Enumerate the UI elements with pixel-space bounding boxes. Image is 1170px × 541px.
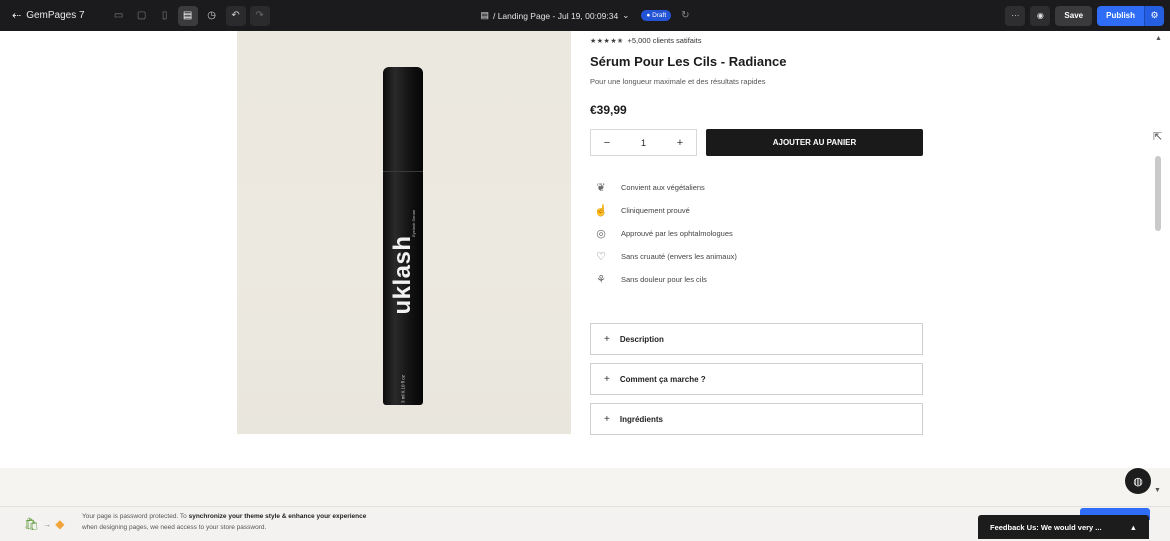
notice-line-1: Your page is password protected. To sync…: [82, 511, 366, 522]
serum-tube: uklash Eyelash Serum 3 ml 0.10 fl oz: [383, 67, 423, 405]
mouse-cursor-icon: ⇱: [1153, 131, 1163, 143]
back-arrow-icon: ⇠: [12, 10, 22, 22]
feature-item: ◎ Approuvé par les ophtalmologues: [590, 222, 737, 245]
scrollbar-thumb[interactable]: [1155, 156, 1161, 231]
feature-label: Sans douleur pour les cils: [621, 275, 707, 284]
feature-label: Approuvé par les ophtalmologues: [621, 229, 733, 238]
star-rating-icon: ★★★★✬: [590, 37, 624, 45]
scroll-down-icon[interactable]: ▼: [1154, 487, 1161, 494]
plus-icon: +: [604, 333, 610, 345]
notice-text: Your page is password protected. To sync…: [82, 511, 366, 533]
notice-line-2: when designing pages, we need access to …: [82, 524, 267, 531]
feedback-label: Feedback Us: We would very ...: [990, 522, 1102, 532]
chevron-down-icon: ⌄: [622, 10, 630, 20]
quantity-decrease-button[interactable]: −: [601, 137, 613, 149]
page-selector[interactable]: ▤ / Landing Page - Jul 19, 00:09:34 ⌄: [480, 10, 629, 21]
layout-icon[interactable]: ▤: [177, 5, 198, 26]
product-image[interactable]: uklash Eyelash Serum 3 ml 0.10 fl oz: [237, 31, 571, 434]
back-to-dashboard-button[interactable]: ⇠ GemPages 7: [6, 5, 91, 27]
device-switcher: ▭ ▢ ▯ ▤: [109, 5, 198, 26]
feature-item: ⚘ Sans douleur pour les cils: [590, 268, 737, 291]
mobile-icon[interactable]: ▯: [155, 6, 175, 26]
redo-icon[interactable]: ↷: [249, 5, 270, 26]
quantity-stepper: − 1 +: [590, 129, 697, 156]
eyelash-icon: ⚘: [596, 274, 606, 286]
feature-label: Sans cruauté (envers les animaux): [621, 252, 737, 261]
shopify-icon: 🛍: [24, 517, 40, 531]
toolbar-right: ··· ◉ Save Publish ⚙: [1005, 5, 1164, 26]
arrow-right-icon: →: [43, 519, 52, 529]
desktop-icon[interactable]: ▭: [109, 6, 129, 26]
publish-group: Publish ⚙: [1097, 5, 1164, 26]
version-history-icon[interactable]: ↻: [681, 10, 689, 21]
canvas-scrollbar[interactable]: ▲: [1150, 31, 1170, 468]
tablet-icon[interactable]: ▢: [132, 6, 152, 26]
preview-icon[interactable]: ◉: [1030, 5, 1051, 26]
brand-subtitle: Eyelash Serum: [411, 209, 416, 237]
status-badge: ● Draft: [641, 10, 672, 21]
add-to-cart-button[interactable]: AJOUTER AU PANIER: [706, 129, 923, 156]
product-price: €39,99: [590, 103, 627, 117]
plus-icon: +: [604, 413, 610, 425]
app-name: GemPages 7: [26, 10, 85, 21]
leaf-icon: ❦: [596, 182, 606, 194]
accordion-label: Comment ça marche ?: [619, 374, 706, 384]
hand-icon: ☝: [594, 205, 608, 217]
publish-button[interactable]: Publish: [1097, 5, 1144, 26]
accordion-label: Description: [619, 334, 664, 344]
heart-icon: ♡: [596, 251, 606, 263]
accordion-label: Ingrédients: [619, 414, 663, 424]
eye-icon: ◎: [596, 228, 606, 240]
save-button[interactable]: Save: [1055, 5, 1093, 26]
status-badge-label: Draft: [652, 12, 667, 19]
feedback-widget[interactable]: Feedback Us: We would very ... ▲: [978, 515, 1149, 539]
more-options-button[interactable]: ···: [1005, 5, 1026, 26]
gempages-icon: ◆: [55, 517, 65, 531]
notice-line-1-prefix: Your page is password protected. To: [82, 513, 189, 520]
chevron-up-icon: ▲: [1129, 522, 1137, 532]
chat-support-button[interactable]: ◍: [1125, 468, 1151, 494]
scroll-up-icon[interactable]: ▲: [1155, 35, 1162, 42]
notice-icons: 🛍 → ◆: [24, 517, 64, 531]
editor-toolbar: ⇠ GemPages 7 ▭ ▢ ▯ ▤ ◷ ↶ ↷ ▤ / Landing P…: [0, 0, 1170, 31]
accordion-how-it-works[interactable]: + Comment ça marche ?: [590, 363, 923, 395]
feature-item: ♡ Sans cruauté (envers les animaux): [590, 245, 737, 268]
chat-icon: ◍: [1133, 475, 1143, 488]
plus-icon: +: [604, 373, 610, 385]
volume-label: 3 ml 0.10 fl oz: [400, 374, 406, 404]
product-title: Sérum Pour Les Cils - Radiance: [590, 54, 787, 69]
toolbar-left: ⇠ GemPages 7 ▭ ▢ ▯ ▤ ◷ ↶ ↷: [6, 5, 270, 27]
rating-row: ★★★★✬ +5,000 clients satifaits: [590, 36, 701, 45]
feature-item: ❦ Convient aux végétaliens: [590, 176, 737, 199]
rating-text: +5,000 clients satifaits: [627, 36, 702, 45]
accordion-description[interactable]: + Description: [590, 323, 923, 355]
quantity-value[interactable]: 1: [641, 138, 646, 148]
feature-label: Convient aux végétaliens: [621, 183, 705, 192]
history-icon[interactable]: ◷: [202, 6, 222, 26]
notice-line-1-bold: synchronize your theme style & enhance y…: [188, 513, 367, 520]
feature-label: Cliniquement prouvé: [621, 206, 690, 215]
brand-logo: uklash: [389, 235, 416, 315]
gear-icon[interactable]: ⚙: [1144, 5, 1164, 26]
page-icon: ▤: [480, 10, 489, 20]
product-subtitle: Pour une longueur maximale et des résult…: [590, 77, 766, 86]
quantity-increase-button[interactable]: +: [674, 137, 686, 149]
feature-item: ☝ Cliniquement prouvé: [590, 199, 737, 222]
accordion-ingredients[interactable]: + Ingrédients: [590, 403, 923, 435]
editor-canvas: uklash Eyelash Serum 3 ml 0.10 fl oz ★★★…: [0, 31, 1150, 468]
page-path: / Landing Page - Jul 19, 00:09:34: [492, 10, 619, 21]
cap-divider: [383, 171, 423, 172]
undo-icon[interactable]: ↶: [225, 5, 246, 26]
feature-list: ❦ Convient aux végétaliens ☝ Cliniquemen…: [590, 176, 737, 291]
